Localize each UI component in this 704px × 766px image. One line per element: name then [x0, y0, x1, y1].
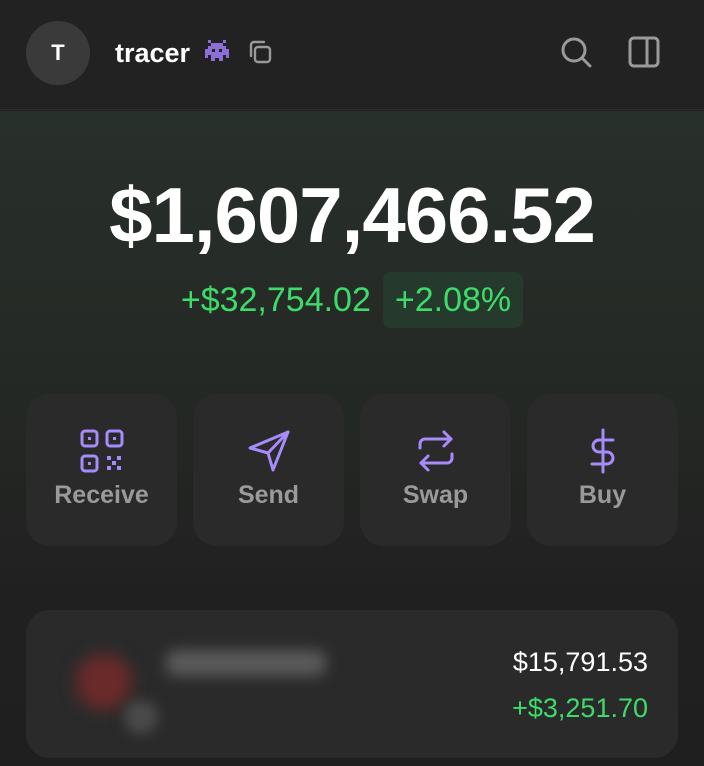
side-panel-icon[interactable] — [626, 34, 662, 70]
swap-button[interactable]: Swap — [360, 394, 511, 546]
buy-label: Buy — [578, 481, 627, 509]
action-buttons: Receive Send Swap Buy — [26, 394, 678, 546]
token-name-redacted — [166, 650, 326, 676]
send-label: Send — [237, 481, 300, 509]
search-icon[interactable] — [558, 34, 594, 70]
network-badge — [124, 700, 158, 734]
swap-icon — [418, 430, 454, 472]
buy-button[interactable]: Buy — [527, 394, 678, 546]
avatar[interactable]: T — [26, 21, 90, 85]
dollar-icon — [590, 428, 615, 474]
change-percent-badge: +2.08% — [382, 272, 524, 328]
alien-monster-icon — [205, 40, 229, 61]
account-name[interactable]: tracer — [115, 36, 190, 70]
token-row[interactable]: $15,791.53 +$3,251.70 — [26, 610, 678, 758]
token-logo — [76, 654, 132, 710]
balance-change-row: +$32,754.02 +2.08% — [0, 272, 704, 328]
send-button[interactable]: Send — [193, 394, 344, 546]
token-value: $15,791.53 — [512, 647, 648, 677]
receive-button[interactable]: Receive — [26, 394, 177, 546]
top-bar: T tracer — [0, 0, 704, 110]
avatar-initial: T — [51, 40, 65, 65]
token-change: +$3,251.70 — [512, 693, 648, 723]
swap-label: Swap — [402, 481, 469, 509]
qr-code-icon — [80, 429, 124, 473]
send-icon — [248, 430, 290, 472]
total-balance: $1,607,466.52 — [109, 171, 596, 259]
receive-label: Receive — [54, 481, 149, 509]
copy-icon[interactable] — [245, 37, 275, 67]
change-amount: +$32,754.02 — [180, 281, 371, 319]
